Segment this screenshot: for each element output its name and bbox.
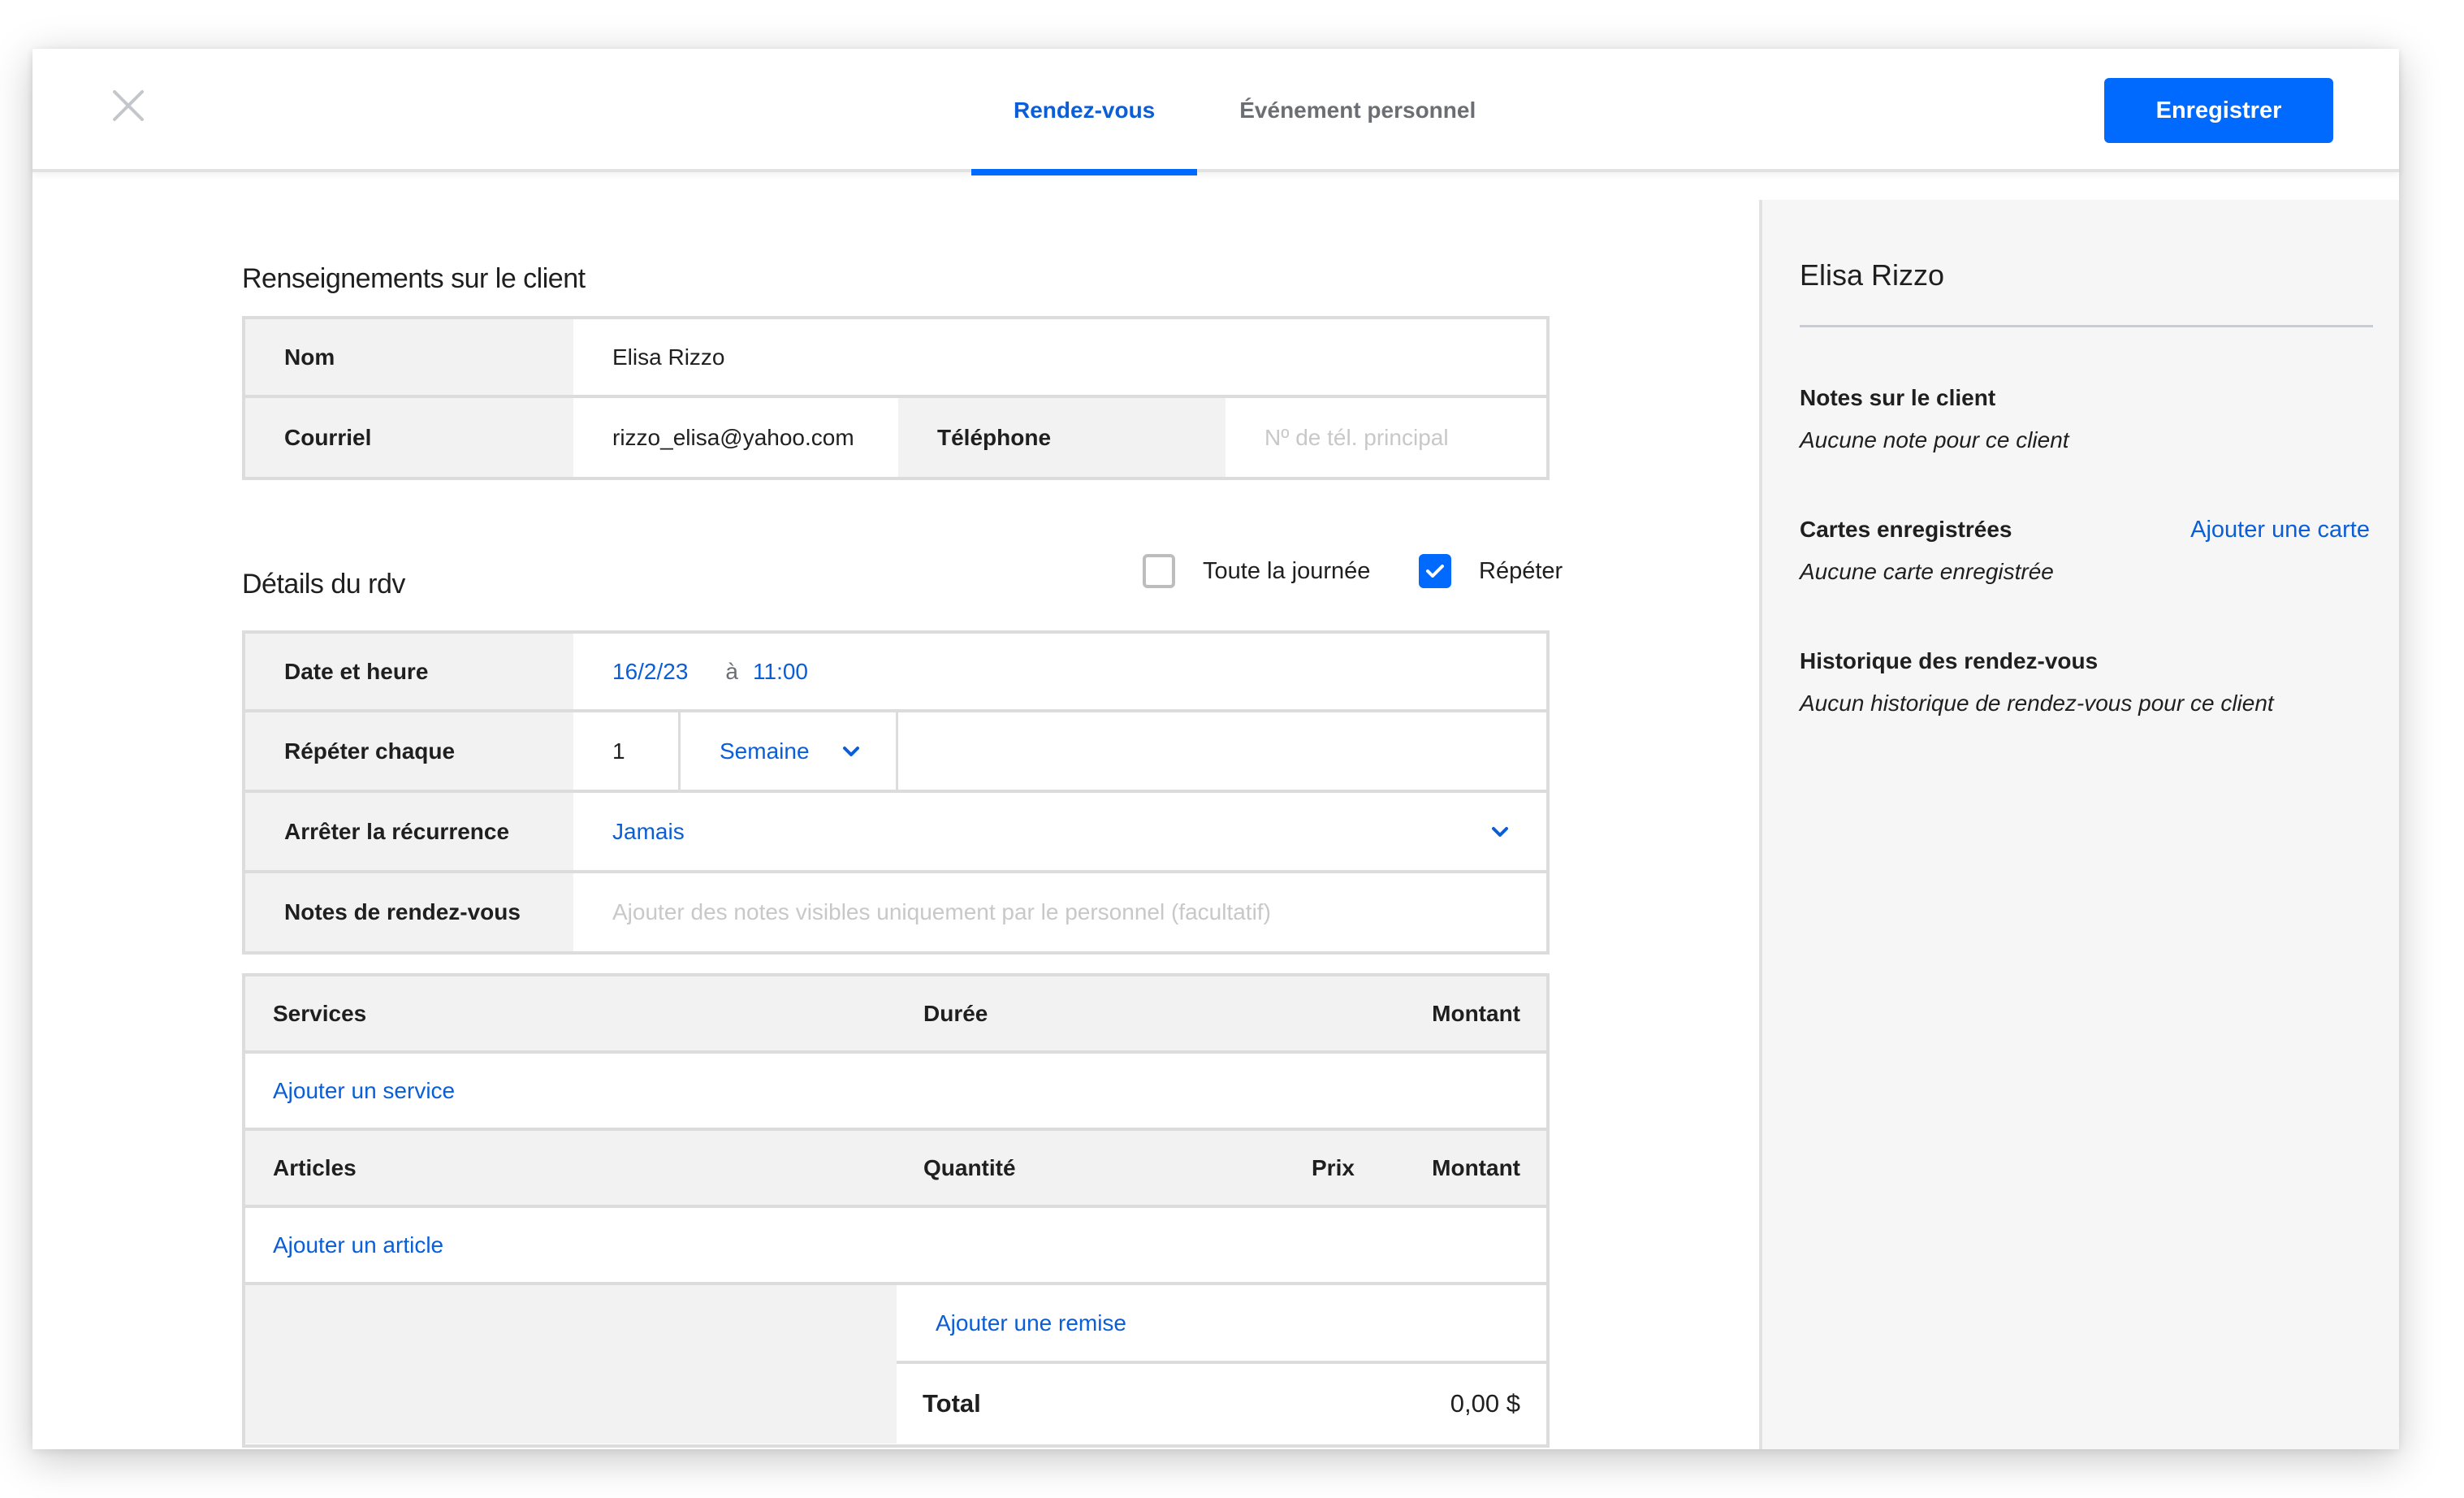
all-day-checkbox[interactable]: [1143, 554, 1175, 588]
appointment-notes-label: Notes de rendez-vous: [245, 873, 573, 951]
appointment-notes-input[interactable]: Ajouter des notes visibles uniquement pa…: [573, 873, 1546, 951]
tab-appointment[interactable]: Rendez-vous: [971, 49, 1198, 175]
client-sidebar: Elisa Rizzo Notes sur le client Aucune n…: [1759, 200, 2399, 1449]
services-col-duration: Durée: [923, 1000, 988, 1026]
articles-col-quantity: Quantité: [923, 1154, 1016, 1180]
repeat-every-label: Répéter chaque: [245, 712, 573, 790]
appointment-history-title: Historique des rendez-vous: [1800, 648, 2099, 673]
add-discount-link[interactable]: Ajouter une remise: [936, 1310, 1126, 1336]
summary-section: Ajouter une remise Total 0,00 $: [245, 1285, 1546, 1444]
repeat-checkbox[interactable]: [1419, 554, 1451, 588]
articles-header: Articles Quantité Prix Montant: [245, 1131, 1546, 1208]
repeat-unit-value: Semaine: [720, 738, 810, 764]
client-info-table: Nom Elisa Rizzo Courriel rizzo_elisa@yah…: [242, 316, 1550, 480]
time-picker[interactable]: 11:00: [753, 659, 808, 685]
client-info-title: Renseignements sur le client: [242, 263, 586, 294]
services-col-name: Services: [273, 1000, 367, 1026]
contact-row: Courriel rizzo_elisa@yahoo.com Téléphone…: [245, 398, 1546, 477]
email-field[interactable]: rizzo_elisa@yahoo.com: [573, 398, 898, 477]
repeat-every-row: Répéter chaque 1 Semaine: [245, 712, 1546, 793]
tab-bar: Rendez-vous Événement personnel: [971, 49, 1518, 175]
repeat-unit-select[interactable]: Semaine: [681, 712, 898, 790]
services-header: Services Durée Montant: [245, 976, 1546, 1054]
repeat-label: Répéter: [1479, 557, 1563, 584]
appointment-modal: Rendez-vous Événement personnel Enregist…: [32, 49, 2399, 1449]
sidebar-divider: [1800, 325, 2373, 327]
client-notes-title: Notes sur le client: [1800, 385, 1996, 410]
summary-spacer: [245, 1285, 897, 1444]
appointment-details-title: Détails du rdv: [242, 569, 405, 600]
add-card-link[interactable]: Ajouter une carte: [2190, 517, 2370, 543]
repeat-row-spacer: [898, 712, 1546, 790]
modal-header: Rendez-vous Événement personnel Enregist…: [32, 49, 2399, 175]
articles-col-name: Articles: [273, 1154, 357, 1180]
stop-recurrence-select[interactable]: Jamais: [573, 793, 1546, 870]
checkmark-icon: [1426, 565, 1444, 578]
saved-cards-title: Cartes enregistrées: [1800, 517, 2012, 542]
close-icon: [113, 90, 144, 121]
tab-personal-event[interactable]: Événement personnel: [1197, 49, 1518, 172]
save-button[interactable]: Enregistrer: [2104, 78, 2333, 143]
all-day-label: Toute la journée: [1203, 557, 1371, 584]
articles-col-price: Prix: [1312, 1154, 1355, 1180]
total-value: 0,00 $: [1450, 1389, 1520, 1418]
email-label: Courriel: [245, 398, 573, 477]
repeat-option[interactable]: Répéter: [1419, 554, 1563, 588]
stop-recurrence-value: Jamais: [612, 818, 685, 844]
saved-cards-text: Aucune carte enregistrée: [1800, 559, 2054, 584]
chevron-down-icon: [842, 746, 859, 756]
appointment-history-text: Aucun historique de rendez-vous pour ce …: [1800, 691, 2274, 716]
date-time-row: Date et heure 16/2/23 à 11:00: [245, 634, 1546, 712]
stop-recurrence-row: Arrêter la récurrence Jamais: [245, 793, 1546, 873]
add-article-link[interactable]: Ajouter un article: [273, 1232, 443, 1258]
all-day-option[interactable]: Toute la journée: [1143, 554, 1370, 588]
client-notes-text: Aucune note pour ce client: [1800, 427, 2069, 452]
articles-add-row: Ajouter un article: [245, 1208, 1546, 1285]
add-service-link[interactable]: Ajouter un service: [273, 1078, 455, 1104]
sidebar-client-name: Elisa Rizzo: [1800, 258, 1945, 292]
services-col-amount: Montant: [1432, 1000, 1520, 1026]
date-time-value: 16/2/23 à 11:00: [573, 634, 1546, 709]
discount-row: Ajouter une remise: [897, 1285, 1546, 1364]
name-row: Nom Elisa Rizzo: [245, 319, 1546, 398]
articles-col-amount: Montant: [1432, 1154, 1520, 1180]
chevron-down-icon: [1492, 826, 1508, 837]
close-button[interactable]: [107, 84, 149, 127]
phone-field[interactable]: Nº de tél. principal: [1226, 398, 1546, 477]
appointment-notes-row: Notes de rendez-vous Ajouter des notes v…: [245, 873, 1546, 951]
phone-label: Téléphone: [898, 398, 1226, 477]
name-field[interactable]: Elisa Rizzo: [573, 319, 1546, 395]
at-label: à: [725, 658, 738, 684]
date-time-label: Date et heure: [245, 634, 573, 709]
total-row: Total 0,00 $: [897, 1364, 1546, 1444]
services-add-row: Ajouter un service: [245, 1054, 1546, 1131]
total-label: Total: [923, 1389, 981, 1418]
repeat-count-input[interactable]: 1: [573, 712, 681, 790]
summary-panel: Ajouter une remise Total 0,00 $: [897, 1285, 1546, 1444]
stop-recurrence-label: Arrêter la récurrence: [245, 793, 573, 870]
date-picker[interactable]: 16/2/23: [612, 659, 688, 685]
name-label: Nom: [245, 319, 573, 395]
appointment-details-table: Date et heure 16/2/23 à 11:00 Répéter ch…: [242, 630, 1550, 955]
services-articles-table: Services Durée Montant Ajouter un servic…: [242, 973, 1550, 1448]
